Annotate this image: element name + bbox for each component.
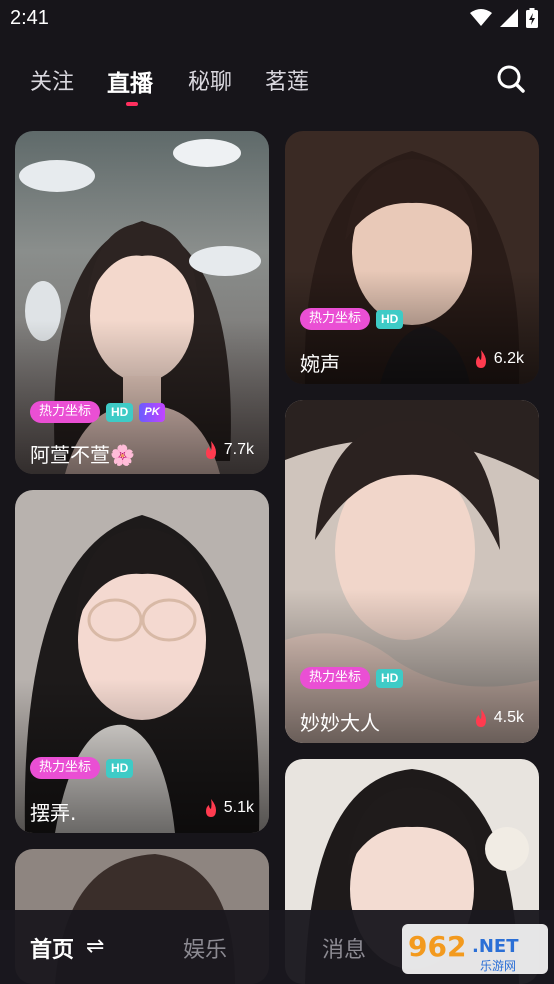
hd-badge: HD (376, 668, 404, 688)
search-icon[interactable] (496, 64, 526, 94)
hd-badge: HD (106, 758, 134, 778)
system-icons (470, 8, 538, 28)
view-count: 5.1k (204, 799, 254, 817)
nav-messages[interactable]: 消息 (322, 932, 366, 964)
site-watermark-logo: 962 .NET 乐游网 (402, 924, 548, 974)
flame-icon (205, 799, 216, 817)
status-bar: 2:41 (0, 0, 554, 38)
swap-icon[interactable]: ⇌ (86, 934, 104, 959)
wifi-icon (470, 9, 492, 26)
live-card[interactable]: 热力坐标 HD 摆弄. 5.1k (15, 490, 269, 833)
live-card[interactable]: 热力坐标 HD PK 阿萱不萱🌸 7.7k (15, 131, 269, 474)
top-tabs: 关注 直播 秘聊 茗莲 (0, 58, 554, 108)
flame-icon (475, 350, 486, 368)
svg-text:乐游网: 乐游网 (480, 959, 516, 973)
view-count-value: 6.2k (493, 350, 524, 367)
hot-badge: 热力坐标 (300, 667, 371, 689)
active-tab-indicator (126, 102, 138, 106)
live-card[interactable]: 热力坐标 HD 妙妙大人 4.5k (285, 400, 539, 743)
card-badges: 热力坐标 HD (300, 667, 404, 689)
card-badges: 热力坐标 HD (30, 757, 134, 779)
tab-minglian[interactable]: 茗莲 (265, 64, 309, 96)
live-card[interactable]: 热力坐标 HD 婉声 6.2k (285, 131, 539, 384)
view-count-value: 5.1k (223, 799, 254, 816)
svg-text:962: 962 (408, 930, 466, 963)
view-count-value: 7.7k (223, 441, 254, 458)
card-badges: 热力坐标 HD PK (30, 401, 165, 423)
nav-entertainment[interactable]: 娱乐 (183, 932, 227, 964)
view-count: 7.7k (204, 441, 254, 459)
streamer-name: 摆弄. (30, 801, 77, 825)
tab-live[interactable]: 直播 (107, 64, 153, 98)
tab-private-chat[interactable]: 秘聊 (188, 64, 232, 96)
flame-icon (475, 709, 486, 727)
streamer-name: 婉声 (300, 352, 340, 376)
status-time: 2:41 (10, 7, 49, 29)
streamer-name: 妙妙大人 (300, 711, 380, 735)
view-count: 4.5k (474, 709, 524, 727)
hot-badge: 热力坐标 (30, 401, 101, 423)
tab-follow[interactable]: 关注 (30, 64, 74, 96)
pk-badge: PK (139, 402, 165, 422)
hot-badge: 热力坐标 (30, 757, 101, 779)
svg-text:.NET: .NET (472, 936, 519, 957)
signal-icon (500, 9, 518, 27)
hot-badge: 热力坐标 (300, 308, 371, 330)
card-badges: 热力坐标 HD (300, 308, 404, 330)
nav-home[interactable]: 首页 (30, 932, 74, 964)
hd-badge: HD (376, 309, 404, 329)
view-count-value: 4.5k (493, 709, 524, 726)
view-count: 6.2k (474, 350, 524, 368)
battery-icon (526, 8, 538, 28)
streamer-name: 阿萱不萱🌸 (30, 443, 135, 467)
bottom-nav: 首页 ⇌ 娱乐 消息 962 .NET 乐游网 (0, 910, 554, 984)
hd-badge: HD (106, 402, 134, 422)
flame-icon (205, 441, 216, 459)
